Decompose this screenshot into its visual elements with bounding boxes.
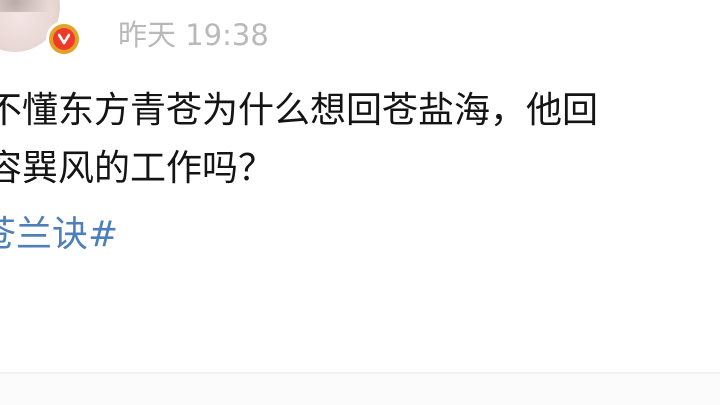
verified-badge bbox=[46, 21, 82, 57]
post-body-line: 不懂东方青苍为什么想回苍盐海，他回 bbox=[0, 90, 599, 131]
weibo-post: 昨天 19:38 不懂东方青苍为什么想回苍盐海，他回 容巽风的工作吗？ 苍兰诀# bbox=[0, 0, 720, 405]
post-body-line: 容巽风的工作吗？ bbox=[0, 148, 275, 189]
post-header: 昨天 19:38 bbox=[0, 0, 720, 70]
topic-hashtag-link[interactable]: 苍兰诀# bbox=[0, 209, 118, 261]
post-timestamp: 昨天 19:38 bbox=[118, 18, 269, 52]
check-v-glyph bbox=[58, 33, 70, 45]
verified-v-icon bbox=[49, 24, 79, 54]
post-footer-area bbox=[0, 374, 720, 405]
post-body-text[interactable]: 不懂东方青苍为什么想回苍盐海，他回 容巽风的工作吗？ bbox=[0, 82, 720, 198]
